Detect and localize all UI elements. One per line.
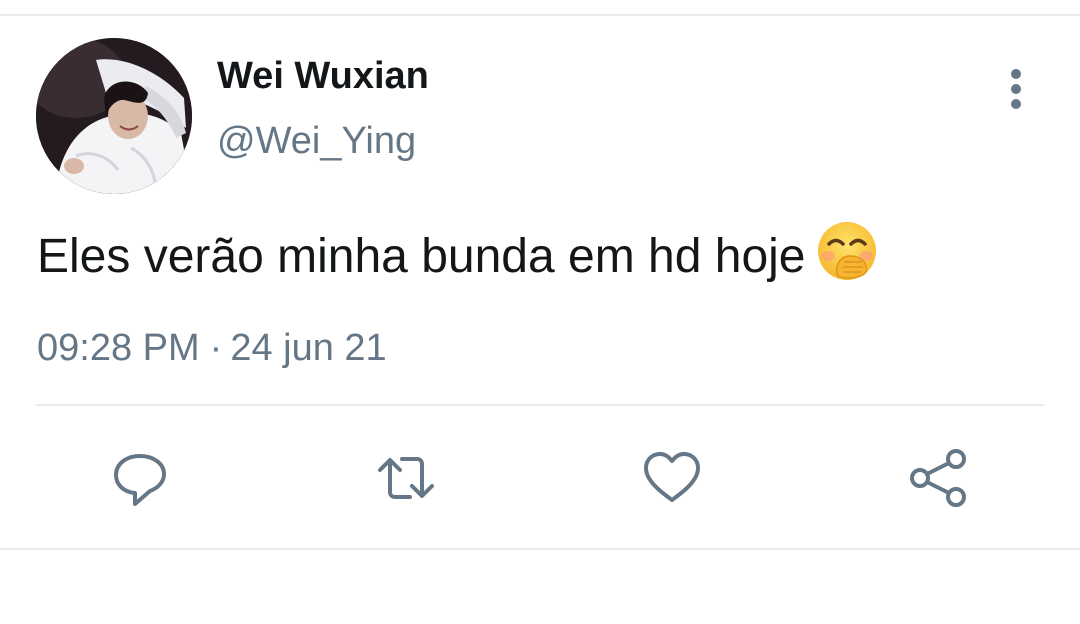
tweet-date: 24 jun 21 (230, 327, 387, 369)
retweet-button[interactable] (376, 448, 436, 508)
actions-divider (36, 404, 1044, 406)
meta-separator: · (209, 327, 223, 369)
tweet-timestamp[interactable]: 09:28 PM · 24 jun 21 (37, 324, 387, 372)
heart-icon (644, 452, 700, 502)
reply-button[interactable] (110, 448, 170, 508)
tweet-time: 09:28 PM (37, 327, 200, 369)
avatar[interactable] (36, 38, 192, 194)
user-handle[interactable]: @Wei_Ying (217, 118, 416, 164)
more-options-button[interactable] (996, 68, 1036, 112)
tweet-card[interactable]: Wei Wuxian @Wei_Ying Eles verão minha bu… (0, 16, 1080, 550)
top-divider (0, 0, 1080, 16)
display-name[interactable]: Wei Wuxian (217, 54, 429, 98)
more-vertical-icon (1011, 69, 1021, 109)
share-icon (910, 449, 966, 507)
reply-icon (114, 454, 166, 506)
like-button[interactable] (642, 448, 702, 508)
share-button[interactable] (908, 448, 968, 508)
tweet-text: Eles verão minha bunda em hd hoje (37, 220, 878, 289)
hand-over-mouth-emoji (816, 220, 878, 282)
retweet-icon (378, 457, 434, 499)
avatar-image (36, 38, 192, 194)
tweet-text-content: Eles verão minha bunda em hd hoje (37, 230, 806, 283)
